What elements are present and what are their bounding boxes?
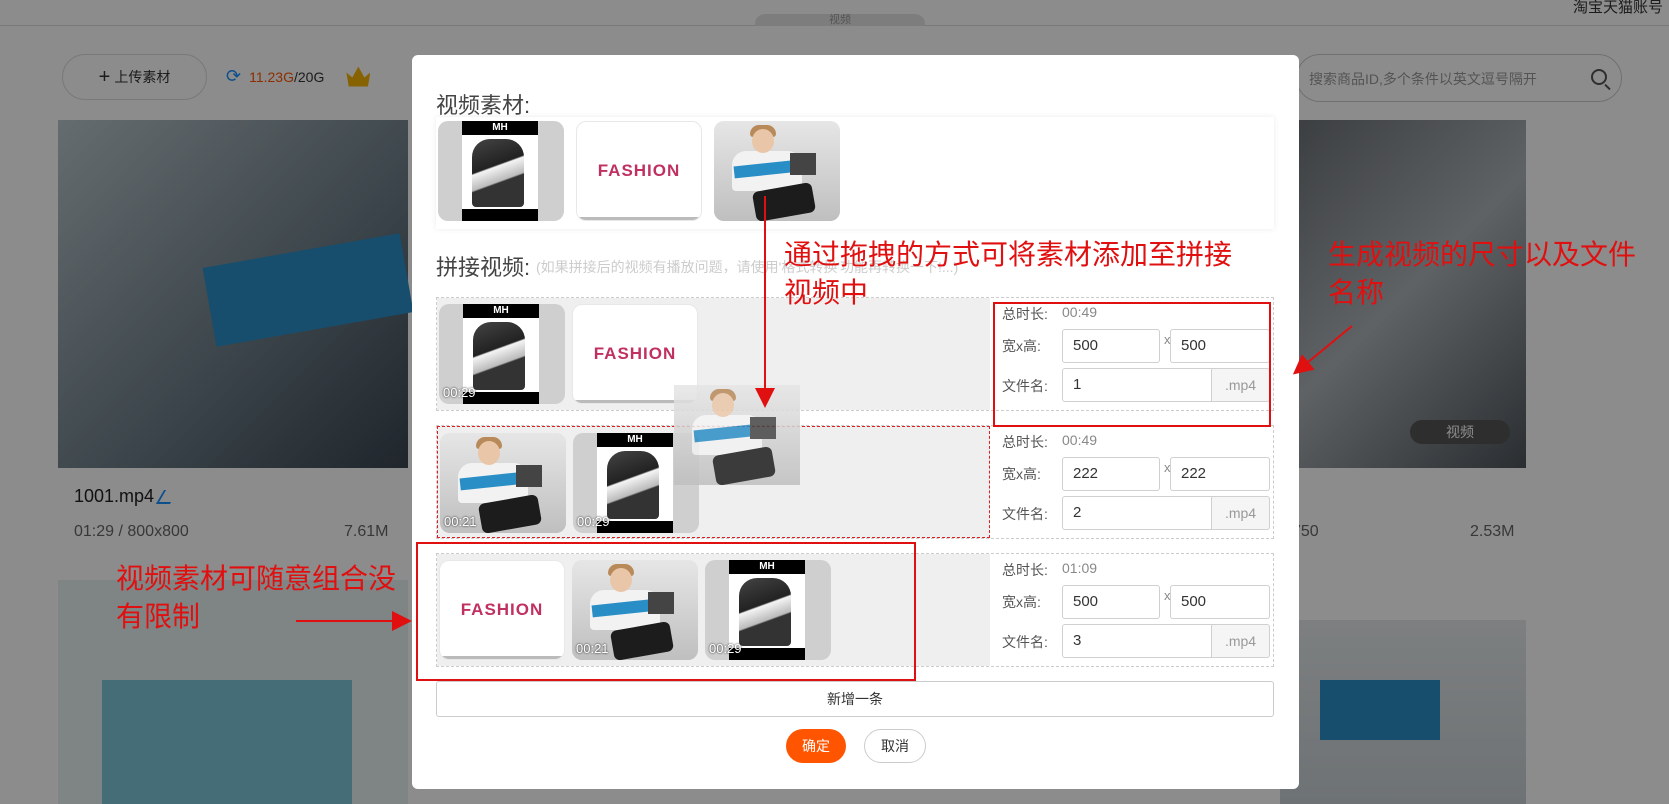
output-settings: 总时长: 00:49 宽x高: 222 x 222 文件名: 2 .mp4 [990, 426, 1273, 538]
cancel-button[interactable]: 取消 [864, 729, 926, 763]
annotation-size: 生成视频的尺寸以及文件名称 [1328, 238, 1637, 309]
width-input[interactable]: 500 [1062, 585, 1160, 619]
height-input[interactable]: 222 [1170, 457, 1270, 491]
total-duration-value: 01:09 [1062, 560, 1098, 576]
video-clip-thumbnail-mh[interactable]: MH 00:29 [439, 304, 565, 404]
video-clip-thumbnail-person[interactable]: 00:21 [440, 433, 566, 533]
file-extension: .mp4 [1212, 624, 1270, 658]
video-clip-thumbnail-person[interactable] [714, 121, 840, 221]
fashion-text: FASHION [597, 161, 681, 180]
add-row-button[interactable]: 新增一条 [436, 681, 1274, 717]
height-input[interactable]: 500 [1170, 585, 1270, 619]
width-input[interactable]: 222 [1062, 457, 1160, 491]
clip-duration: 00:29 [577, 514, 610, 529]
material-list: MH FASHION [436, 117, 1274, 229]
size-label: 宽x高: [1002, 594, 1041, 610]
total-duration-label: 总时长: [1002, 434, 1048, 450]
video-clip-thumbnail-mh[interactable]: MH [438, 121, 564, 221]
filename-label: 文件名: [1002, 634, 1048, 650]
annotation-combine: 视频素材可随意组合没有限制 [116, 562, 397, 633]
total-duration-label: 总时长: [1002, 562, 1048, 578]
annotation-box-size [993, 302, 1271, 427]
total-duration-value: 00:49 [1062, 432, 1098, 448]
splice-section-title: 拼接视频: [436, 255, 531, 280]
filename-input[interactable]: 2 [1062, 496, 1212, 530]
clip-duration: 00:29 [443, 385, 476, 400]
confirm-button[interactable]: 确定 [786, 729, 846, 763]
filename-label: 文件名: [1002, 506, 1048, 522]
video-clip-thumbnail-fashion[interactable]: FASHION [576, 121, 702, 221]
material-section-title: 视频素材: [436, 93, 531, 118]
size-label: 宽x高: [1002, 466, 1041, 482]
filename-input[interactable]: 3 [1062, 624, 1212, 658]
dragging-clip-ghost[interactable] [674, 385, 800, 485]
clip-duration: 00:21 [444, 514, 477, 529]
annotation-box-combine [416, 542, 916, 681]
splice-row: 00:21 MH 00:29 总时长: 00:49 宽x高: 222 x 222 文件名: 2 .mp… [436, 425, 1274, 539]
annotation-drag: 通过拖拽的方式可将素材添加至拼接视频中 [784, 238, 1233, 309]
file-extension: .mp4 [1212, 496, 1270, 530]
output-settings: 总时长: 01:09 宽x高: 500 x 500 文件名: 3 .mp4 [990, 554, 1273, 666]
